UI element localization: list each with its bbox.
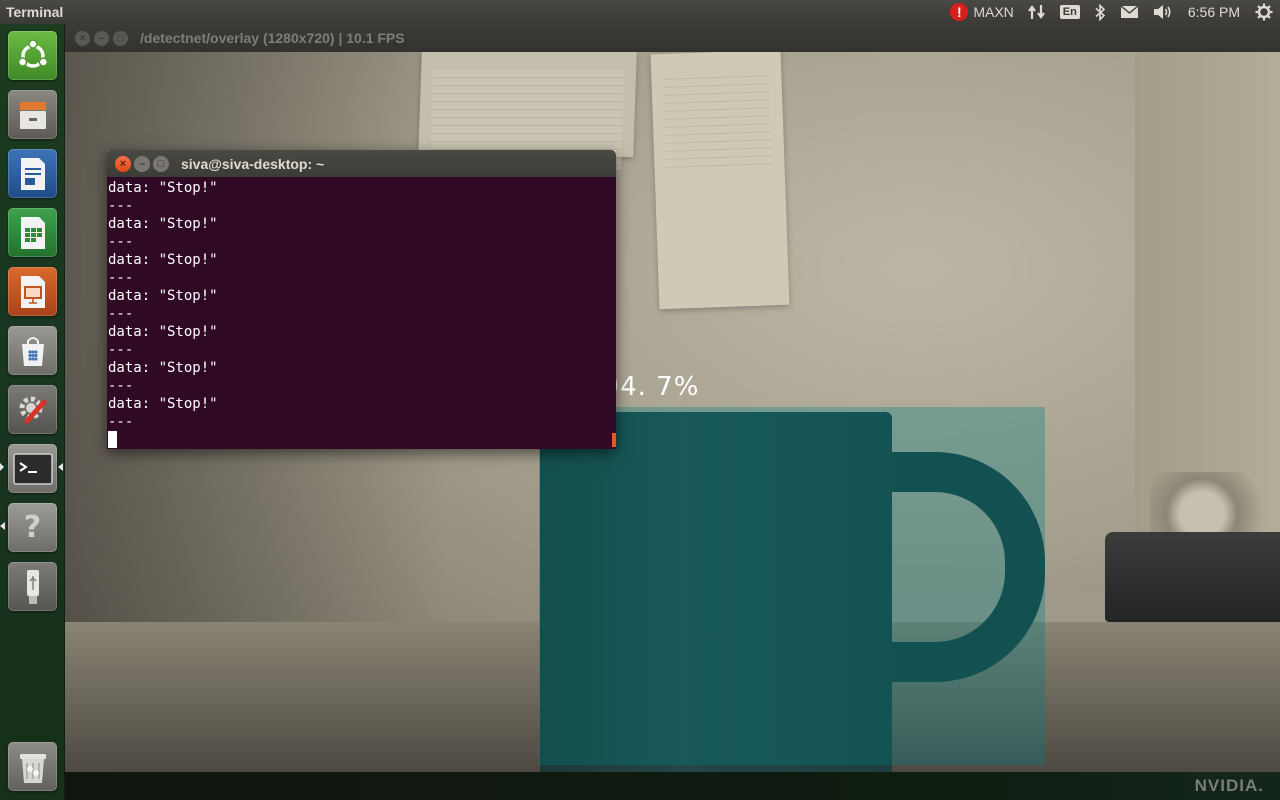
video-maximize-button[interactable]: □	[113, 30, 128, 46]
calc-sheet-icon	[20, 216, 45, 249]
top-panel: Terminal ! MAXN En 6:56 PM	[0, 0, 1280, 24]
desktop-bottom-strip: NVIDIA.	[65, 772, 1280, 800]
mail-icon	[1120, 5, 1139, 18]
terminal-window: × – □ siva@siva-desktop: ~ data: "Stop!"…	[107, 150, 616, 449]
launcher-item-writer[interactable]	[7, 148, 58, 199]
terminal-title: siva@siva-desktop: ~	[181, 155, 325, 172]
launcher-item-dash[interactable]	[7, 30, 58, 81]
terminal-output[interactable]: data: "Stop!" --- data: "Stop!" --- data…	[107, 177, 616, 449]
launcher-item-files[interactable]	[7, 89, 58, 140]
terminal-line: data: "Stop!"	[108, 396, 218, 412]
warning-icon: !	[950, 3, 969, 21]
session-menu[interactable]	[1248, 0, 1280, 24]
terminal-prompt-line	[108, 431, 615, 449]
shopping-bag-icon	[21, 336, 44, 366]
keyboard-layout-label: En	[1059, 5, 1080, 19]
question-mark-icon: ?	[23, 510, 42, 545]
launcher: ?	[0, 24, 65, 800]
terminal-titlebar[interactable]: × – □ siva@siva-desktop: ~	[107, 150, 616, 177]
writer-doc-icon	[20, 157, 45, 190]
ubuntu-logo-icon	[17, 38, 48, 68]
wall-paper-left	[418, 52, 637, 170]
active-app-pip	[0, 463, 4, 471]
focused-app-pip	[58, 463, 63, 471]
sound-indicator[interactable]	[1146, 0, 1180, 24]
network-indicator[interactable]	[1021, 0, 1053, 24]
dark-box	[1105, 532, 1280, 622]
video-minimize-button[interactable]: –	[94, 30, 109, 46]
keyboard-indicator[interactable]: En	[1053, 0, 1087, 24]
terminal-close-button[interactable]: ×	[115, 155, 131, 172]
bluetooth-icon	[1095, 3, 1106, 21]
terminal-line: ---	[108, 414, 134, 430]
trash-icon	[19, 753, 46, 783]
launcher-item-terminal[interactable]	[7, 443, 58, 494]
launcher-item-usb-drive[interactable]	[7, 561, 58, 612]
terminal-line: ---	[108, 198, 134, 214]
terminal-line: data: "Stop!"	[108, 288, 218, 304]
volume-icon	[1153, 5, 1171, 19]
power-mode-indicator[interactable]: ! MAXN	[943, 0, 1020, 24]
terminal-scroll-marker	[612, 433, 616, 447]
wall-paper-right	[650, 52, 790, 310]
terminal-line: data: "Stop!"	[108, 252, 218, 268]
help-pip	[0, 522, 5, 530]
terminal-line: data: "Stop!"	[108, 360, 218, 376]
usb-icon	[26, 569, 39, 604]
launcher-item-software-center[interactable]	[7, 325, 58, 376]
launcher-item-system-settings[interactable]	[7, 384, 58, 435]
terminal-maximize-button[interactable]: □	[153, 155, 169, 172]
terminal-line: ---	[108, 378, 134, 394]
terminal-line: ---	[108, 306, 134, 322]
launcher-item-calc[interactable]	[7, 207, 58, 258]
messaging-indicator[interactable]	[1113, 0, 1146, 24]
terminal-line: data: "Stop!"	[108, 324, 218, 340]
indicator-area: ! MAXN En 6:56 PM	[943, 0, 1280, 24]
power-mode-label: MAXN	[973, 4, 1014, 20]
terminal-icon	[12, 452, 53, 485]
settings-gear-icon	[1255, 3, 1273, 21]
bluetooth-indicator[interactable]	[1087, 0, 1113, 24]
video-window-titlebar[interactable]: × – □ /detectnet/overlay (1280x720) | 10…	[65, 24, 1280, 52]
terminal-line: ---	[108, 270, 134, 286]
terminal-minimize-button[interactable]: –	[134, 155, 150, 172]
terminal-cursor	[108, 431, 117, 448]
terminal-line: data: "Stop!"	[108, 180, 218, 196]
nvidia-watermark: NVIDIA.	[1194, 776, 1264, 795]
video-close-button[interactable]: ×	[75, 30, 90, 46]
detection-bounding-box	[539, 407, 1045, 765]
terminal-line: ---	[108, 342, 134, 358]
file-cabinet-icon	[19, 101, 46, 129]
video-window-title: /detectnet/overlay (1280x720) | 10.1 FPS	[140, 30, 405, 46]
terminal-line: ---	[108, 234, 134, 250]
launcher-item-trash[interactable]	[7, 741, 58, 792]
terminal-line: data: "Stop!"	[108, 216, 218, 232]
network-arrows-icon	[1027, 5, 1045, 19]
clock[interactable]: 6:56 PM	[1180, 0, 1248, 24]
active-app-title: Terminal	[6, 4, 64, 20]
wrench-gear-icon	[19, 396, 46, 423]
impress-slide-icon	[20, 275, 45, 308]
launcher-item-impress[interactable]	[7, 266, 58, 317]
launcher-item-help[interactable]: ?	[7, 502, 58, 553]
